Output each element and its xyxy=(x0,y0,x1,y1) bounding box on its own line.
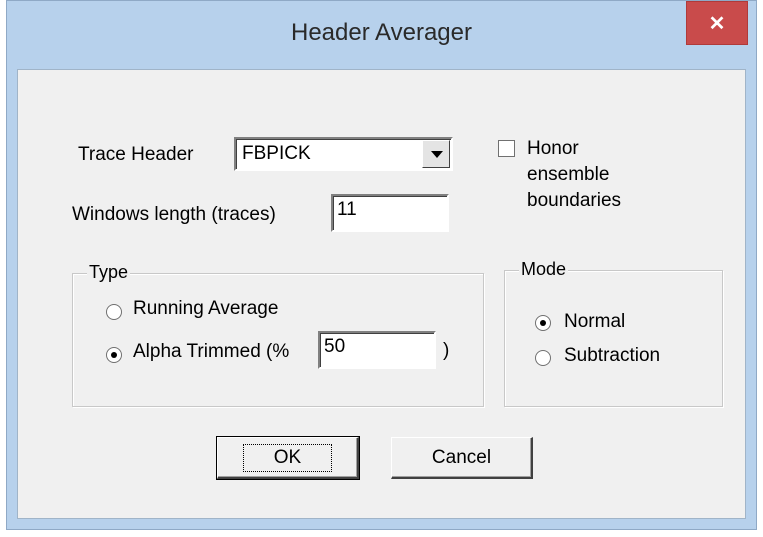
alpha-trimmed-label: Alpha Trimmed (% xyxy=(133,341,290,362)
window-length-label: Windows length (traces) xyxy=(72,204,276,225)
close-icon: ✕ xyxy=(708,12,726,35)
honor-label-line1: Honor xyxy=(527,138,579,159)
honor-ensemble-label: Honor ensemble boundaries xyxy=(527,136,621,214)
ok-button[interactable]: OK xyxy=(216,436,360,480)
header-averager-dialog: Header Averager ✕ Trace Header FBPICK Ho… xyxy=(0,0,763,537)
window-title: Header Averager xyxy=(290,19,472,46)
type-groupbox: Type Running Average Alpha Trimmed (% 50… xyxy=(72,262,484,407)
dropdown-arrow-icon[interactable] xyxy=(422,140,450,168)
running-average-radio[interactable] xyxy=(106,304,122,320)
trace-header-value: FBPICK xyxy=(242,143,311,164)
trace-header-label: Trace Header xyxy=(78,144,194,165)
subtraction-label: Subtraction xyxy=(564,345,661,366)
cancel-button-label: Cancel xyxy=(431,446,492,468)
normal-label: Normal xyxy=(564,311,626,332)
close-button[interactable]: ✕ xyxy=(686,1,748,45)
trace-header-combobox[interactable]: FBPICK xyxy=(234,137,453,171)
alpha-percent-input[interactable]: 50 xyxy=(318,331,436,369)
honor-label-line3: boundaries xyxy=(527,190,622,211)
alpha-trimmed-radio[interactable] xyxy=(106,347,122,363)
running-average-label: Running Average xyxy=(133,298,279,319)
normal-radio[interactable] xyxy=(535,315,551,331)
alpha-suffix: ) xyxy=(443,340,450,361)
mode-group-legend: Mode xyxy=(519,259,569,280)
honor-label-line2: ensemble xyxy=(527,164,610,185)
subtraction-radio[interactable] xyxy=(535,350,551,366)
honor-ensemble-checkbox[interactable] xyxy=(498,140,515,157)
ok-button-label: OK xyxy=(242,443,333,472)
window-length-input[interactable]: 11 xyxy=(331,194,449,232)
type-group-legend: Type xyxy=(87,262,131,283)
dialog-body: Trace Header FBPICK Honor ensemble bound… xyxy=(17,69,746,519)
title-bar[interactable]: Header Averager ✕ xyxy=(7,1,756,69)
window-frame: Header Averager ✕ Trace Header FBPICK Ho… xyxy=(6,0,757,530)
cancel-button[interactable]: Cancel xyxy=(391,437,533,479)
mode-groupbox: Mode Normal Subtraction xyxy=(504,259,723,407)
